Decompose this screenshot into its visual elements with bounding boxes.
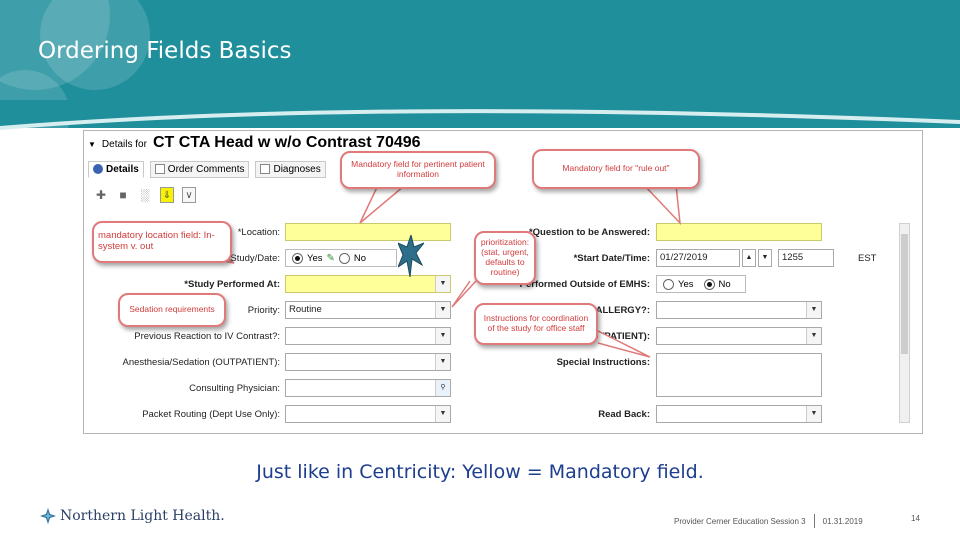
callout-coordination: Instructions for coordination of the stu… [474, 303, 598, 345]
page-number: 14 [911, 514, 920, 523]
footer-meta: Provider Cerner Education Session 3 01.3… [674, 514, 863, 528]
logo-icon [40, 508, 56, 524]
footer-logo: Northern Light Health. [40, 508, 225, 524]
page-title: Ordering Fields Basics [38, 38, 292, 64]
callout-rule-out: Mandatory field for "rule out" [532, 149, 700, 189]
callout-sedation: Sedation requirements [118, 293, 226, 327]
callout-prioritization: prioritization: (stat, urgent, defaults … [474, 231, 536, 285]
brand-name: Northern Light Health. [60, 508, 225, 524]
caption: Just like in Centricity: Yellow = Mandat… [256, 461, 704, 483]
date-label: 01.31.2019 [822, 516, 863, 526]
callout-location: mandatory location field: In-system v. o… [92, 221, 232, 263]
session-label: Provider Cerner Education Session 3 [674, 516, 806, 526]
order-details-screenshot: ▼ Details for CT CTA Head w w/o Contrast… [83, 130, 923, 434]
slide: Ordering Fields Basics ▼ Details for CT … [0, 0, 960, 540]
footer-divider [813, 514, 815, 528]
callout-pertinent-info: Mandatory field for pertinent patient in… [340, 151, 496, 189]
